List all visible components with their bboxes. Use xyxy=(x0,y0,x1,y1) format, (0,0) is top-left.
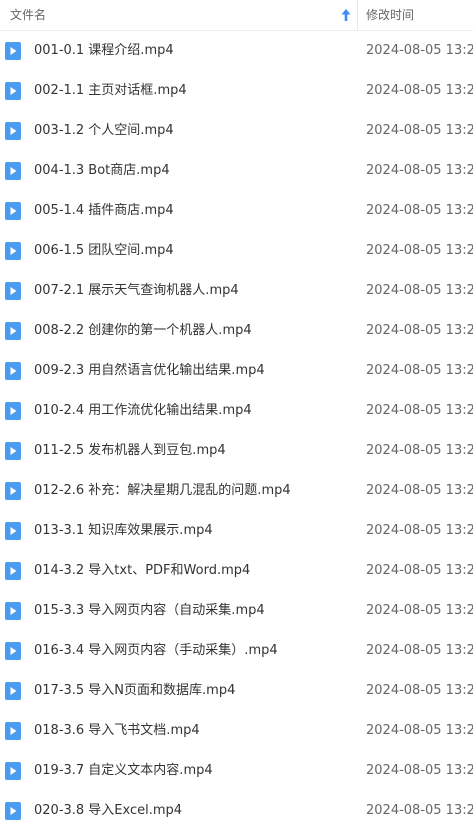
file-modified-time: 2024-08-05 13:26 xyxy=(366,83,473,98)
file-name: 005-1.4 插件商店.mp4 xyxy=(34,203,174,218)
file-row[interactable]: 009-2.3 用自然语言优化输出结果.mp4 2024-08-05 13:26 xyxy=(0,351,473,391)
column-header-time-label: 修改时间 xyxy=(366,8,415,22)
file-modified-time: 2024-08-05 13:26 xyxy=(366,603,473,618)
file-row[interactable]: 015-3.3 导入网页内容（自动采集.mp4 2024-08-05 13:26 xyxy=(0,591,473,631)
list-header: 文件名 修改时间 xyxy=(0,0,473,31)
file-row[interactable]: 017-3.5 导入N页面和数据库.mp4 2024-08-05 13:26 xyxy=(0,671,473,711)
file-modified-time: 2024-08-05 13:26 xyxy=(366,43,473,58)
column-header-name[interactable]: 文件名 xyxy=(0,0,356,30)
column-divider[interactable] xyxy=(357,0,358,30)
video-file-icon xyxy=(5,802,21,820)
video-file-icon xyxy=(5,642,21,660)
file-name: 018-3.6 导入飞书文档.mp4 xyxy=(34,723,200,738)
file-modified-time: 2024-08-05 13:26 xyxy=(366,523,473,538)
arrow-up-icon[interactable] xyxy=(340,8,352,22)
file-row[interactable]: 001-0.1 课程介绍.mp4 2024-08-05 13:26 xyxy=(0,31,473,71)
video-file-icon xyxy=(5,362,21,380)
video-file-icon xyxy=(5,242,21,260)
file-name: 017-3.5 导入N页面和数据库.mp4 xyxy=(34,683,236,698)
file-row[interactable]: 013-3.1 知识库效果展示.mp4 2024-08-05 13:26 xyxy=(0,511,473,551)
video-file-icon xyxy=(5,402,21,420)
video-file-icon xyxy=(5,162,21,180)
file-name: 010-2.4 用工作流优化输出结果.mp4 xyxy=(34,403,252,418)
video-file-icon xyxy=(5,482,21,500)
file-row[interactable]: 020-3.8 导入Excel.mp4 2024-08-05 13:26 xyxy=(0,791,473,824)
file-modified-time: 2024-08-05 13:26 xyxy=(366,803,473,818)
file-name: 014-3.2 导入txt、PDF和Word.mp4 xyxy=(34,563,251,578)
file-rows: 001-0.1 课程介绍.mp4 2024-08-05 13:26 002-1.… xyxy=(0,31,473,824)
file-row[interactable]: 016-3.4 导入网页内容（手动采集）.mp4 2024-08-05 13:2… xyxy=(0,631,473,671)
file-row[interactable]: 007-2.1 展示天气查询机器人.mp4 2024-08-05 13:26 xyxy=(0,271,473,311)
file-name: 011-2.5 发布机器人到豆包.mp4 xyxy=(34,443,226,458)
file-modified-time: 2024-08-05 13:26 xyxy=(366,443,473,458)
file-row[interactable]: 010-2.4 用工作流优化输出结果.mp4 2024-08-05 13:26 xyxy=(0,391,473,431)
file-modified-time: 2024-08-05 13:26 xyxy=(366,283,473,298)
file-modified-time: 2024-08-05 13:26 xyxy=(366,563,473,578)
video-file-icon xyxy=(5,522,21,540)
video-file-icon xyxy=(5,122,21,140)
file-name: 016-3.4 导入网页内容（手动采集）.mp4 xyxy=(34,643,278,658)
file-name: 019-3.7 自定义文本内容.mp4 xyxy=(34,763,213,778)
video-file-icon xyxy=(5,442,21,460)
file-modified-time: 2024-08-05 13:26 xyxy=(366,403,473,418)
video-file-icon xyxy=(5,682,21,700)
video-file-icon xyxy=(5,42,21,60)
file-modified-time: 2024-08-05 13:26 xyxy=(366,483,473,498)
file-name: 013-3.1 知识库效果展示.mp4 xyxy=(34,523,213,538)
video-file-icon xyxy=(5,82,21,100)
column-header-name-label: 文件名 xyxy=(10,8,47,22)
file-modified-time: 2024-08-05 13:26 xyxy=(366,323,473,338)
file-modified-time: 2024-08-05 13:26 xyxy=(366,163,473,178)
file-modified-time: 2024-08-05 13:26 xyxy=(366,763,473,778)
file-row[interactable]: 003-1.2 个人空间.mp4 2024-08-05 13:26 xyxy=(0,111,473,151)
file-name: 015-3.3 导入网页内容（自动采集.mp4 xyxy=(34,603,265,618)
file-modified-time: 2024-08-05 13:26 xyxy=(366,643,473,658)
file-name: 002-1.1 主页对话框.mp4 xyxy=(34,83,187,98)
column-header-modified-time[interactable]: 修改时间 xyxy=(366,0,414,30)
file-name: 009-2.3 用自然语言优化输出结果.mp4 xyxy=(34,363,265,378)
file-row[interactable]: 011-2.5 发布机器人到豆包.mp4 2024-08-05 13:26 xyxy=(0,431,473,471)
video-file-icon xyxy=(5,322,21,340)
file-row[interactable]: 005-1.4 插件商店.mp4 2024-08-05 13:26 xyxy=(0,191,473,231)
file-modified-time: 2024-08-05 13:26 xyxy=(366,123,473,138)
file-row[interactable]: 018-3.6 导入飞书文档.mp4 2024-08-05 13:26 xyxy=(0,711,473,751)
file-name: 020-3.8 导入Excel.mp4 xyxy=(34,803,183,818)
file-row[interactable]: 019-3.7 自定义文本内容.mp4 2024-08-05 13:26 xyxy=(0,751,473,791)
video-file-icon xyxy=(5,722,21,740)
file-row[interactable]: 014-3.2 导入txt、PDF和Word.mp4 2024-08-05 13… xyxy=(0,551,473,591)
file-list: 文件名 修改时间 001-0.1 课程介绍.mp4 2024-08-05 13:… xyxy=(0,0,473,824)
video-file-icon xyxy=(5,202,21,220)
file-name: 006-1.5 团队空间.mp4 xyxy=(34,243,174,258)
file-name: 004-1.3 Bot商店.mp4 xyxy=(34,163,170,178)
file-name: 012-2.6 补充：解决星期几混乱的问题.mp4 xyxy=(34,483,291,498)
file-row[interactable]: 004-1.3 Bot商店.mp4 2024-08-05 13:26 xyxy=(0,151,473,191)
file-modified-time: 2024-08-05 13:26 xyxy=(366,363,473,378)
video-file-icon xyxy=(5,602,21,620)
file-row[interactable]: 012-2.6 补充：解决星期几混乱的问题.mp4 2024-08-05 13:… xyxy=(0,471,473,511)
file-modified-time: 2024-08-05 13:26 xyxy=(366,683,473,698)
file-name: 001-0.1 课程介绍.mp4 xyxy=(34,43,174,58)
file-modified-time: 2024-08-05 13:26 xyxy=(366,243,473,258)
file-modified-time: 2024-08-05 13:26 xyxy=(366,723,473,738)
file-name: 008-2.2 创建你的第一个机器人.mp4 xyxy=(34,323,252,338)
file-name: 003-1.2 个人空间.mp4 xyxy=(34,123,174,138)
file-modified-time: 2024-08-05 13:26 xyxy=(366,203,473,218)
file-row[interactable]: 006-1.5 团队空间.mp4 2024-08-05 13:26 xyxy=(0,231,473,271)
file-name: 007-2.1 展示天气查询机器人.mp4 xyxy=(34,283,239,298)
file-row[interactable]: 002-1.1 主页对话框.mp4 2024-08-05 13:26 xyxy=(0,71,473,111)
file-row[interactable]: 008-2.2 创建你的第一个机器人.mp4 2024-08-05 13:26 xyxy=(0,311,473,351)
video-file-icon xyxy=(5,282,21,300)
video-file-icon xyxy=(5,562,21,580)
video-file-icon xyxy=(5,762,21,780)
